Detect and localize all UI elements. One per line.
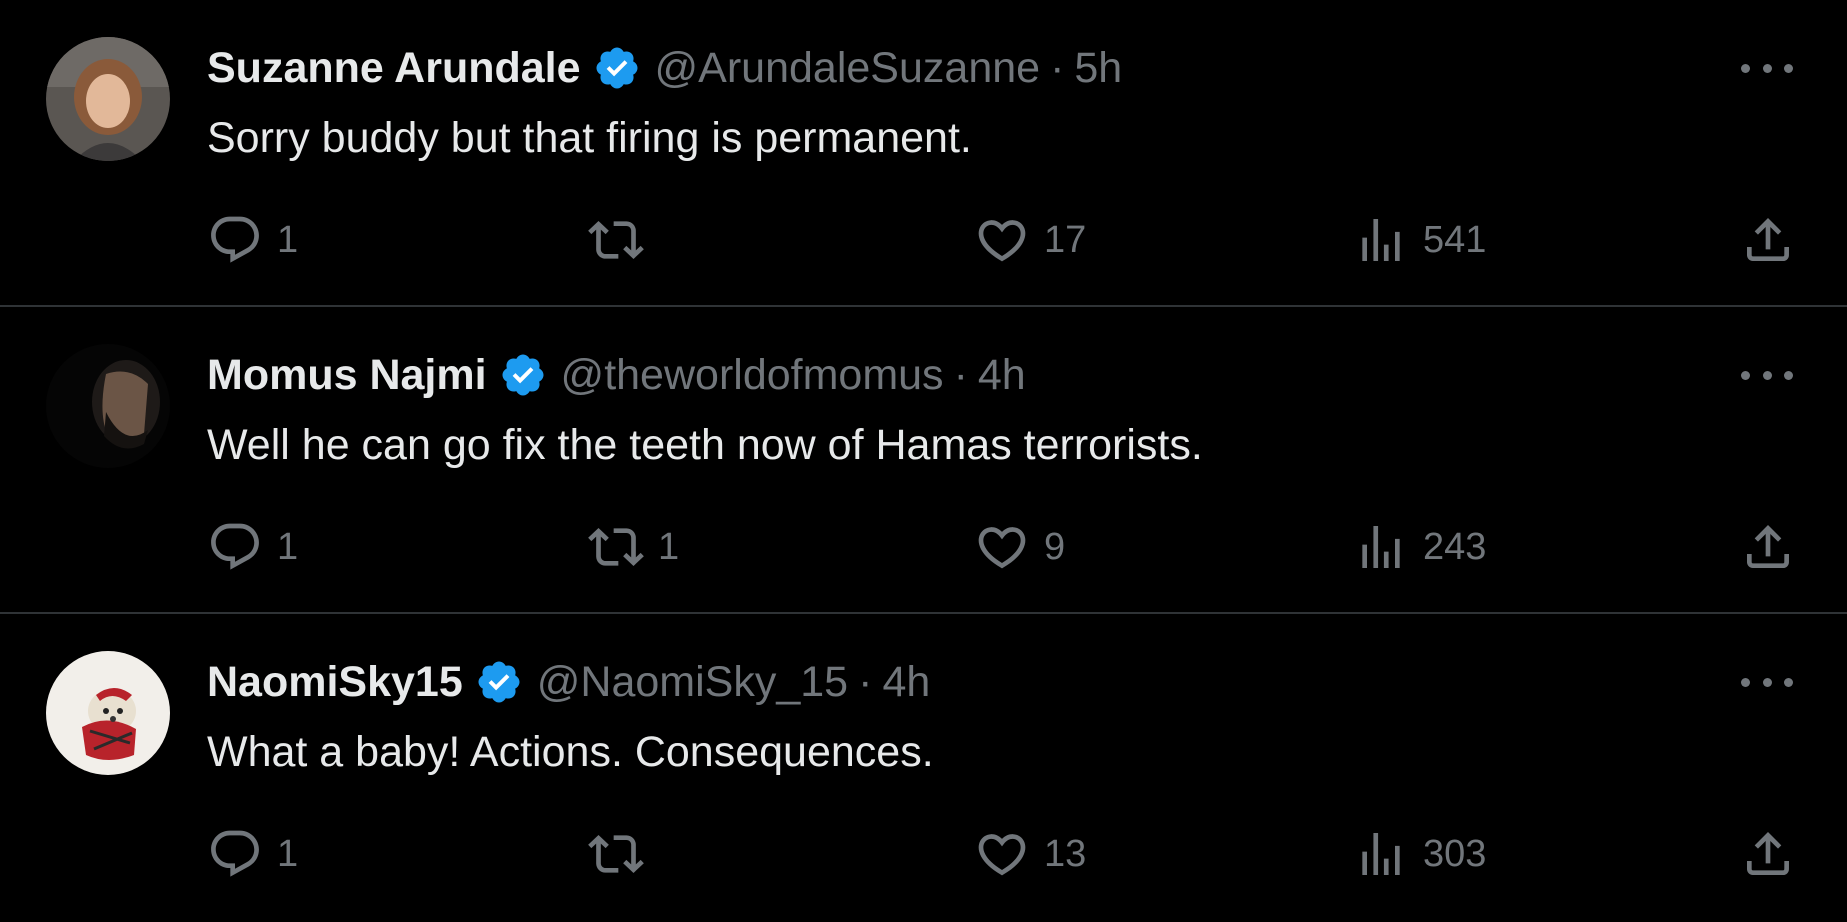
user-handle[interactable]: @ArundaleSuzanne (655, 40, 1041, 96)
share-icon (1747, 525, 1789, 568)
reply-count: 1 (277, 218, 299, 261)
view-count: 541 (1423, 218, 1487, 261)
avatar[interactable] (46, 651, 170, 775)
like-count: 13 (1044, 832, 1087, 875)
tweet-text: What a baby! Actions. Consequences. (207, 728, 934, 776)
retweet-icon (588, 528, 644, 566)
separator-dot: · (858, 658, 873, 706)
retweet-count: 1 (658, 525, 680, 568)
tweet-header: Suzanne Arundale @ArundaleSuzanne · 5h (207, 40, 1122, 96)
tweet[interactable]: Suzanne Arundale @ArundaleSuzanne · 5h S… (0, 0, 1847, 305)
timestamp[interactable]: 4h (882, 654, 930, 710)
like-count: 17 (1044, 218, 1087, 261)
views-button[interactable]: 243 (1353, 515, 1486, 579)
reply-icon (211, 216, 259, 263)
reply-button[interactable]: 1 (207, 208, 298, 272)
more-options-icon[interactable] (1741, 357, 1793, 393)
tweet-header: NaomiSky15 @NaomiSky_15 · 4h (207, 654, 930, 710)
view-count: 243 (1423, 525, 1487, 568)
heart-icon (978, 834, 1026, 876)
reply-count: 1 (277, 832, 299, 875)
action-bar: 1 17 541 (0, 208, 1847, 272)
verified-badge-icon (475, 658, 523, 706)
like-button[interactable]: 17 (974, 208, 1086, 272)
retweet-button[interactable] (588, 822, 658, 886)
reply-icon (211, 830, 259, 877)
share-button[interactable] (1740, 515, 1796, 579)
timestamp[interactable]: 4h (978, 347, 1026, 403)
views-button[interactable]: 541 (1353, 208, 1486, 272)
tweet[interactable]: Momus Najmi @theworldofmomus · 4h Well h… (0, 307, 1847, 612)
retweet-button[interactable]: 1 (588, 515, 679, 579)
views-chart-icon (1362, 526, 1400, 568)
separator-dot: · (953, 351, 968, 399)
tweet-header: Momus Najmi @theworldofmomus · 4h (207, 347, 1026, 403)
tweet[interactable]: NaomiSky15 @NaomiSky_15 · 4h What a baby… (0, 614, 1847, 919)
reply-button[interactable]: 1 (207, 515, 298, 579)
views-chart-icon (1362, 833, 1400, 875)
views-chart-icon (1362, 219, 1400, 261)
heart-icon (978, 527, 1026, 569)
reply-button[interactable]: 1 (207, 822, 298, 886)
display-name[interactable]: NaomiSky15 (207, 654, 463, 710)
action-bar: 1 1 9 243 (0, 515, 1847, 579)
view-count: 303 (1423, 832, 1487, 875)
retweet-button[interactable] (588, 208, 658, 272)
reply-feed: Suzanne Arundale @ArundaleSuzanne · 5h S… (0, 0, 1847, 922)
action-bar: 1 13 303 (0, 822, 1847, 886)
tweet-text: Well he can go fix the teeth now of Hama… (207, 421, 1203, 469)
like-button[interactable]: 9 (974, 515, 1065, 579)
separator-dot: · (1050, 44, 1065, 92)
verified-badge-icon (499, 351, 547, 399)
tweet-text: Sorry buddy but that firing is permanent… (207, 114, 972, 162)
like-button[interactable]: 13 (974, 822, 1086, 886)
avatar[interactable] (46, 344, 170, 468)
more-options-icon[interactable] (1741, 50, 1793, 86)
user-handle[interactable]: @theworldofmomus (561, 347, 944, 403)
share-button[interactable] (1740, 822, 1796, 886)
retweet-icon (588, 221, 644, 259)
avatar[interactable] (46, 37, 170, 161)
heart-icon (978, 220, 1026, 262)
reply-icon (211, 523, 259, 570)
share-button[interactable] (1740, 208, 1796, 272)
reply-count: 1 (277, 525, 299, 568)
user-handle[interactable]: @NaomiSky_15 (537, 654, 848, 710)
share-icon (1747, 832, 1789, 875)
views-button[interactable]: 303 (1353, 822, 1486, 886)
more-options-icon[interactable] (1741, 664, 1793, 700)
retweet-icon (588, 835, 644, 873)
like-count: 9 (1044, 525, 1066, 568)
share-icon (1747, 218, 1789, 261)
timestamp[interactable]: 5h (1074, 40, 1122, 96)
display-name[interactable]: Momus Najmi (207, 347, 487, 403)
verified-badge-icon (593, 44, 641, 92)
display-name[interactable]: Suzanne Arundale (207, 40, 581, 96)
